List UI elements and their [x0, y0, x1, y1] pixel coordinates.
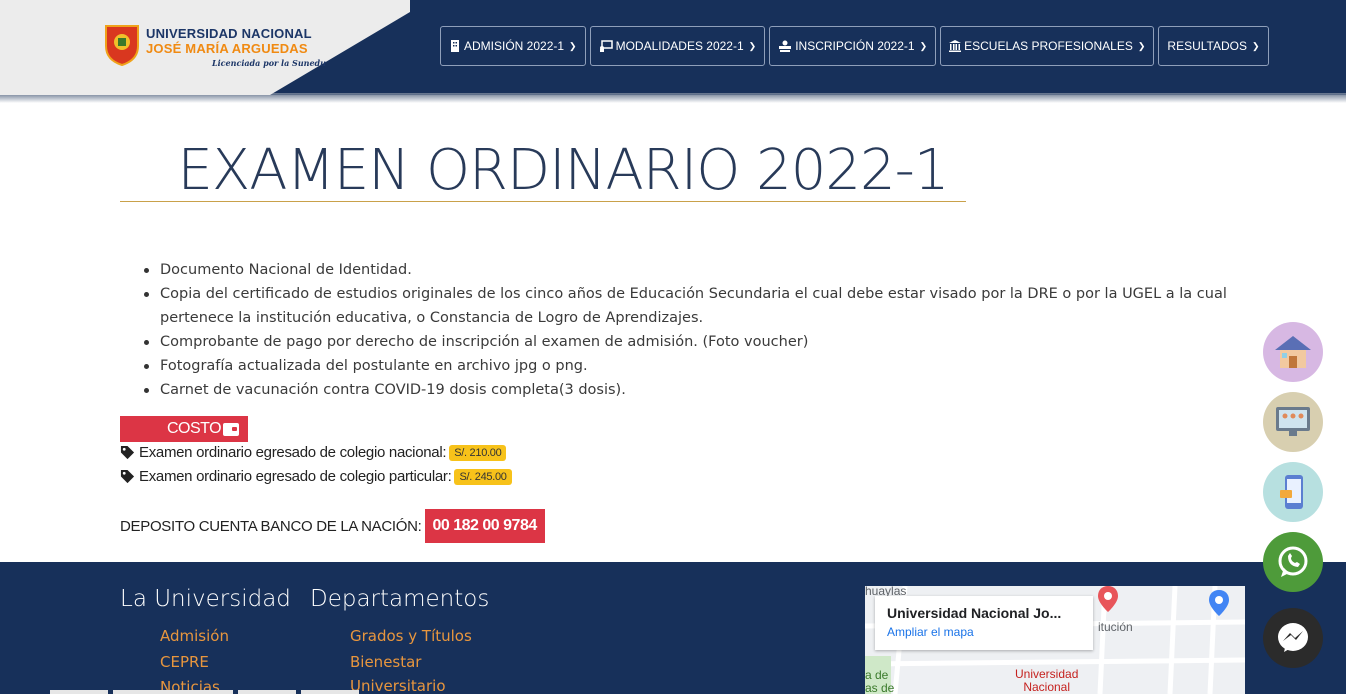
blue-map-pin-icon	[1209, 590, 1229, 616]
deposit-label: DEPOSITO CUENTA BANCO DE LA NACIÓN:	[120, 517, 422, 535]
virtual-classroom-button[interactable]	[1263, 392, 1323, 452]
map-place-label-line2: Nacional	[1023, 680, 1071, 694]
classroom-icon	[1276, 407, 1310, 436]
nav-escuelas-label: ESCUELAS PROFESIONALES	[964, 39, 1133, 53]
chevron-down-icon: ❯	[748, 40, 757, 51]
mobile-pay-icon	[1280, 475, 1303, 509]
map-place-label: Universidad Nacional	[1015, 668, 1078, 694]
university-logo[interactable]: UNIVERSIDAD NACIONAL JOSÉ MARÍA ARGUEDAS…	[104, 22, 326, 72]
list-item: Copia del certificado de estudios origin…	[140, 282, 1240, 330]
tag-icon	[120, 445, 135, 460]
price-label: Examen ordinario egresado de colegio par…	[139, 468, 452, 485]
nav-resultados-label: RESULTADOS	[1167, 39, 1247, 53]
nav-modalidades-label: MODALIDADES 2022-1	[615, 39, 744, 53]
home-icon	[1275, 336, 1311, 368]
map-label-left2: as de	[865, 681, 895, 694]
nav-resultados[interactable]: RESULTADOS ❯	[1158, 26, 1269, 66]
deposit-info: DEPOSITO CUENTA BANCO DE LA NACIÓN: 00 1…	[120, 509, 545, 543]
chevron-down-icon: ❯	[919, 40, 928, 51]
requirements-list: Documento Nacional de Identidad. Copia d…	[140, 258, 1240, 402]
footer-link-bienestar[interactable]: Bienestar	[350, 653, 421, 671]
messenger-icon	[1278, 623, 1308, 652]
logo-line-2: JOSÉ MARÍA ARGUEDAS	[146, 41, 308, 56]
user-pen-icon	[779, 40, 792, 52]
logo-tagline: Licenciada por la Sunedu	[212, 58, 326, 68]
home-button[interactable]	[1263, 322, 1323, 382]
map-info-card: Universidad Nacional Jo... Ampliar el ma…	[875, 596, 1093, 650]
price-label: Examen ordinario egresado de colegio nac…	[139, 444, 447, 461]
google-map[interactable]: huaylas itución a de as de Universidad N…	[865, 586, 1245, 694]
list-item: Comprobante de pago por derecho de inscr…	[140, 330, 1240, 354]
nav-escuelas[interactable]: ESCUELAS PROFESIONALES ❯	[940, 26, 1155, 66]
list-item: Documento Nacional de Identidad.	[140, 258, 1240, 282]
nav-inscripcion[interactable]: INSCRIPCIÓN 2022-1 ❯	[769, 26, 937, 66]
university-icon	[949, 40, 962, 52]
university-shield-icon	[105, 25, 139, 66]
footer-bottom-bars	[50, 690, 450, 694]
tag-icon	[120, 469, 135, 484]
main-nav: ADMISIÓN 2022-1 ❯ MODALIDADES 2022-1 ❯ I…	[440, 26, 1269, 66]
red-map-pin-icon	[1098, 586, 1118, 612]
map-label-left1: a de	[865, 668, 889, 682]
enlarge-map-link[interactable]: Ampliar el mapa	[887, 625, 1081, 639]
price-row-particular: Examen ordinario egresado de colegio par…	[120, 468, 512, 485]
page-title: EXAMEN ORDINARIO 2022-1	[177, 138, 950, 203]
wallet-icon	[223, 422, 240, 436]
whatsapp-button[interactable]	[1263, 532, 1323, 592]
deposit-account: 00 182 00 9784	[424, 509, 545, 543]
messenger-button[interactable]	[1263, 608, 1323, 668]
costo-banner: COSTO	[120, 416, 248, 442]
building-icon	[451, 40, 459, 52]
costo-label: COSTO	[167, 420, 222, 437]
footer-link-cepre[interactable]: CEPRE	[160, 653, 209, 671]
nav-modalidades[interactable]: MODALIDADES 2022-1 ❯	[589, 26, 766, 66]
logo-line-1: UNIVERSIDAD NACIONAL	[146, 26, 312, 41]
footer-university-title: La Universidad	[120, 586, 291, 612]
footer-link-grados[interactable]: Grados y Títulos	[350, 627, 472, 645]
mobile-payment-button[interactable]	[1263, 462, 1323, 522]
chevron-down-icon: ❯	[1251, 40, 1260, 51]
title-underline	[120, 201, 966, 202]
price-badge: S/. 210.00	[449, 444, 507, 461]
nav-admision-label: ADMISIÓN 2022-1	[464, 39, 565, 53]
map-place-title: Universidad Nacional Jo...	[887, 605, 1062, 621]
map-label-street: itución	[1098, 620, 1133, 634]
footer-departments-title: Departamentos	[310, 586, 490, 612]
nav-inscripcion-label: INSCRIPCIÓN 2022-1	[795, 39, 915, 53]
whatsapp-icon	[1278, 546, 1308, 577]
chalkboard-icon	[599, 40, 613, 52]
list-item: Carnet de vacunación contra COVID-19 dos…	[140, 378, 1240, 402]
list-item: Fotografía actualizada del postulante en…	[140, 354, 1240, 378]
chevron-down-icon: ❯	[569, 40, 577, 51]
chevron-down-icon: ❯	[1137, 40, 1146, 51]
nav-admision[interactable]: ADMISIÓN 2022-1 ❯	[440, 26, 586, 66]
footer-link-admision[interactable]: Admisión	[160, 627, 229, 645]
price-badge: S/. 245.00	[454, 468, 512, 485]
price-row-nacional: Examen ordinario egresado de colegio nac…	[120, 444, 507, 461]
